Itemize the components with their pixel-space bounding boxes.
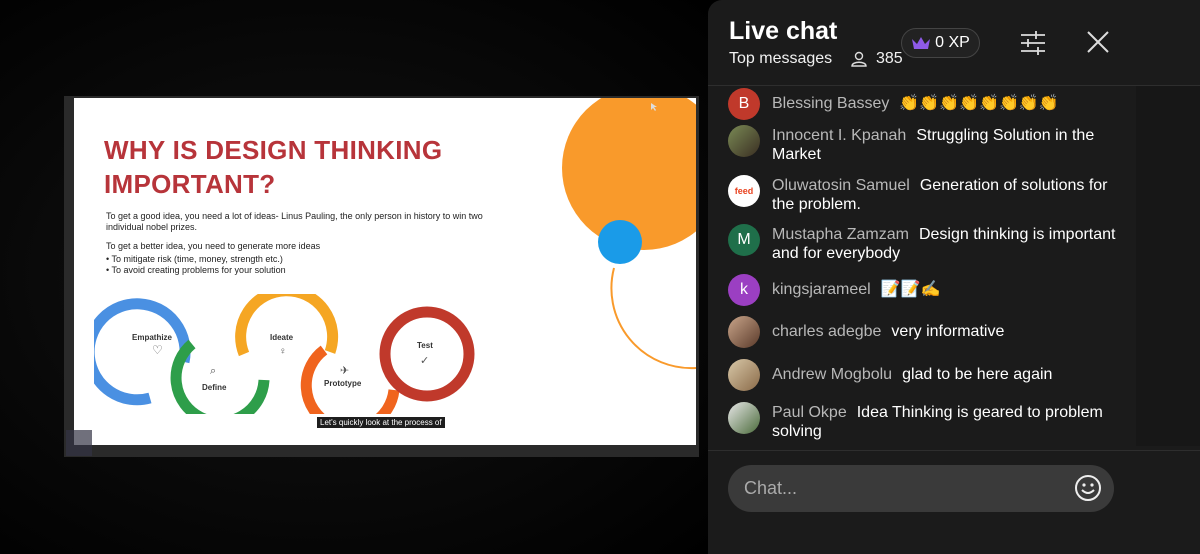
message-author[interactable]: Oluwatosin Samuel bbox=[772, 177, 910, 194]
message-author[interactable]: Paul Okpe bbox=[772, 404, 847, 421]
message-author[interactable]: Innocent I. Kpanah bbox=[772, 127, 906, 144]
live-chat-panel: Live chat Top messages 385 0 XP B Blessi… bbox=[708, 0, 1200, 554]
video-frame[interactable]: WHY IS DESIGN THINKING IMPORTANT? To get… bbox=[64, 96, 699, 457]
crown-icon bbox=[912, 37, 931, 49]
emoji-button[interactable] bbox=[1074, 474, 1102, 502]
avatar[interactable] bbox=[728, 316, 760, 348]
design-thinking-process-diagram: Empathize ♡ Define ⌕ Ideate ♀ Prototype … bbox=[94, 294, 475, 414]
message-author[interactable]: kingsjarameel bbox=[772, 281, 871, 298]
chat-message[interactable]: Innocent I. Kpanah Struggling Solution in… bbox=[728, 125, 1128, 164]
presentation-slide: WHY IS DESIGN THINKING IMPORTANT? To get… bbox=[74, 98, 696, 445]
close-icon bbox=[1087, 31, 1109, 53]
check-icon: ✓ bbox=[420, 355, 429, 367]
chat-message[interactable]: B Blessing Bassey 👏👏👏👏👏👏👏👏 bbox=[728, 88, 1128, 120]
message-author[interactable]: Blessing Bassey bbox=[772, 95, 889, 112]
presenter-thumbnail bbox=[66, 430, 92, 456]
slide-paragraph: To get a better idea, you need to genera… bbox=[106, 241, 321, 251]
message-text: glad to be here again bbox=[902, 366, 1053, 383]
person-icon bbox=[851, 51, 867, 67]
chat-message[interactable]: Paul Okpe Idea Thinking is geared to prob… bbox=[728, 402, 1128, 441]
viewer-count-value: 385 bbox=[876, 50, 903, 67]
chat-messages-list[interactable]: B Blessing Bassey 👏👏👏👏👏👏👏👏 Innocent I. Kp… bbox=[708, 86, 1136, 446]
message-text: 📝📝✍️ bbox=[880, 281, 941, 298]
step-label: Test bbox=[417, 341, 433, 350]
slide-title-line2: IMPORTANT? bbox=[104, 169, 276, 199]
chat-settings-button[interactable] bbox=[1019, 29, 1047, 57]
chat-message[interactable]: charles adegbe very informative bbox=[728, 316, 1128, 348]
chat-message[interactable]: feed Oluwatosin Samuel Generation of solu… bbox=[728, 175, 1128, 214]
blue-circle bbox=[598, 220, 642, 264]
avatar[interactable] bbox=[728, 402, 760, 434]
avatar[interactable]: feed bbox=[728, 175, 760, 207]
message-text: 👏👏👏👏👏👏👏👏 bbox=[899, 95, 1059, 112]
mouse-cursor-icon bbox=[651, 103, 657, 111]
divider bbox=[708, 450, 1200, 451]
sliders-icon bbox=[1021, 31, 1045, 55]
airplane-icon: ✈ bbox=[340, 365, 349, 377]
slide-paragraph: To get a good idea, you need a lot of id… bbox=[106, 211, 483, 232]
lightbulb-icon: ♀ bbox=[279, 346, 287, 357]
step-label: Empathize bbox=[132, 333, 173, 342]
chat-input[interactable] bbox=[744, 465, 1064, 512]
close-chat-button[interactable] bbox=[1086, 30, 1110, 54]
video-player[interactable]: WHY IS DESIGN THINKING IMPORTANT? To get… bbox=[0, 0, 708, 554]
avatar[interactable] bbox=[728, 125, 760, 157]
slide-title-line1: WHY IS DESIGN THINKING bbox=[104, 135, 443, 165]
avatar[interactable] bbox=[728, 359, 760, 391]
viewer-count: 385 bbox=[850, 50, 903, 68]
slide-bullets: To mitigate risk (time, money, strength … bbox=[106, 254, 506, 276]
message-author[interactable]: charles adegbe bbox=[772, 323, 881, 340]
heart-icon: ♡ bbox=[152, 343, 163, 357]
chat-title: Live chat bbox=[729, 17, 838, 45]
step-label: Ideate bbox=[270, 333, 294, 342]
top-messages-selector[interactable]: Top messages bbox=[729, 50, 832, 68]
chat-message[interactable]: k kingsjarameel 📝📝✍️ bbox=[728, 274, 1128, 306]
xp-badge[interactable]: 0 XP bbox=[901, 28, 980, 58]
step-label: Define bbox=[202, 383, 227, 392]
message-author[interactable]: Andrew Mogbolu bbox=[772, 366, 892, 383]
chat-input-container bbox=[728, 465, 1114, 512]
test-ring bbox=[379, 306, 475, 402]
slide-bullet: To mitigate risk (time, money, strength … bbox=[106, 254, 506, 265]
define-arrow bbox=[170, 339, 270, 414]
xp-label: 0 XP bbox=[935, 34, 970, 51]
slide-title: WHY IS DESIGN THINKING IMPORTANT? bbox=[104, 133, 524, 201]
smiley-icon bbox=[1075, 475, 1101, 501]
chat-message[interactable]: M Mustapha Zamzam Design thinking is impo… bbox=[728, 224, 1128, 263]
magnifier-icon: ⌕ bbox=[210, 365, 216, 377]
video-caption: Let's quickly look at the process of bbox=[317, 417, 445, 428]
orange-arc bbox=[610, 267, 696, 370]
avatar[interactable]: B bbox=[728, 88, 760, 120]
chat-scrollbar-track[interactable] bbox=[1136, 86, 1200, 446]
ideate-arrow bbox=[235, 294, 339, 357]
step-label: Prototype bbox=[324, 379, 362, 388]
message-text: very informative bbox=[891, 323, 1005, 340]
avatar[interactable]: M bbox=[728, 224, 760, 256]
chat-header: Live chat Top messages 385 0 XP bbox=[708, 0, 1200, 86]
slide-bullet: To avoid creating problems for your solu… bbox=[106, 265, 506, 276]
message-author[interactable]: Mustapha Zamzam bbox=[772, 226, 909, 243]
chat-message[interactable]: Andrew Mogbolu glad to be here again bbox=[728, 359, 1128, 391]
slide-body: To get a good idea, you need a lot of id… bbox=[106, 211, 506, 276]
avatar[interactable]: k bbox=[728, 274, 760, 306]
